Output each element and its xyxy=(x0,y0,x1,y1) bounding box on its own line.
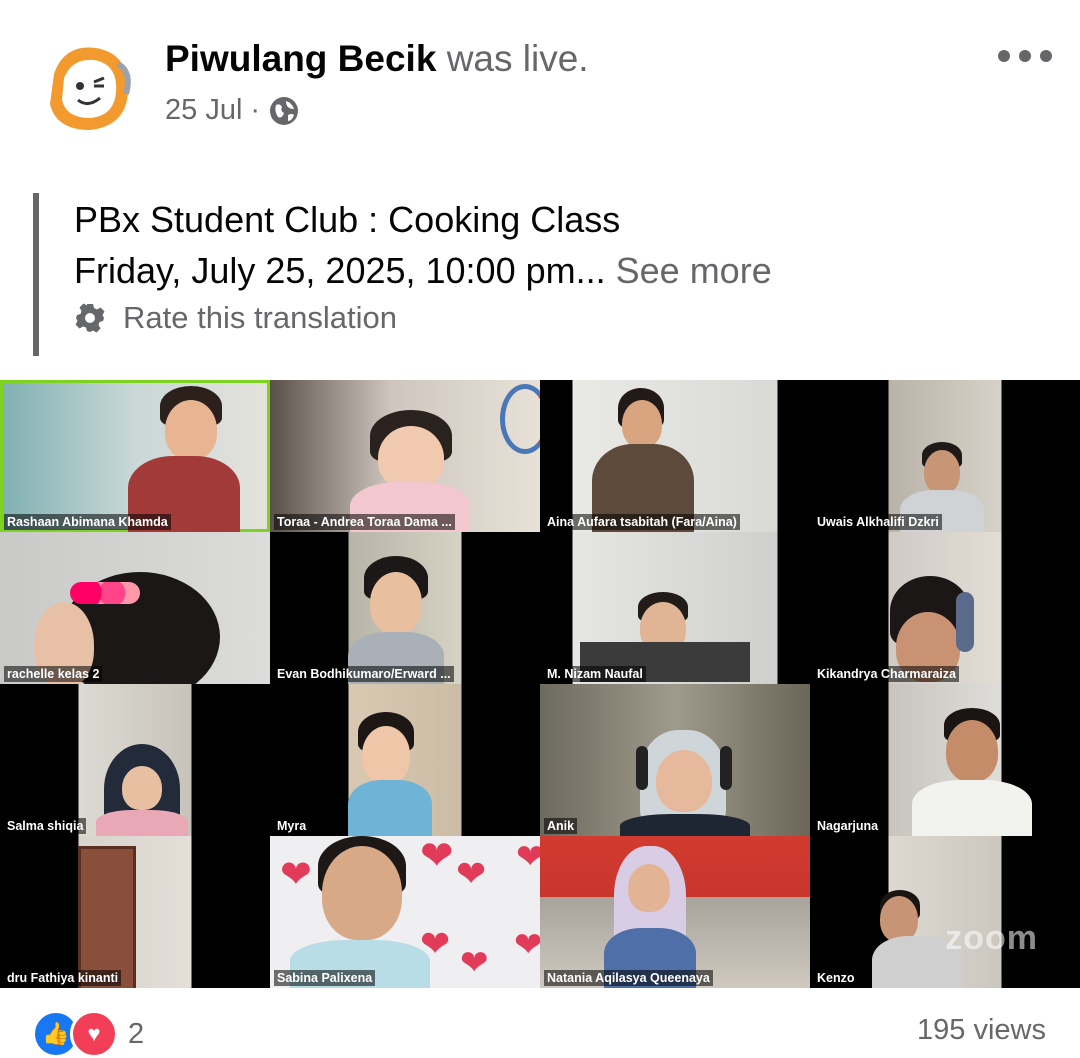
participant-tile: Anik xyxy=(540,684,810,836)
participant-name: Aina Aufara tsabitah (Fara/Aina) xyxy=(544,514,740,530)
participant-name: dru Fathiya kinanti xyxy=(4,970,122,986)
participant-name: Toraa - Andrea Toraa Dama ... xyxy=(274,514,455,530)
participant-tile: Rashaan Abimana Khamda xyxy=(0,380,270,532)
participant-tile: Toraa - Andrea Toraa Dama ... xyxy=(270,380,540,532)
participant-tile: Nagarjuna xyxy=(810,684,1080,836)
live-status: was live. xyxy=(446,38,589,79)
participant-name: Kikandrya Charmaraiza xyxy=(814,666,959,682)
participant-name: Kenzo xyxy=(814,970,858,986)
post-text-line2: Friday, July 25, 2025, 10:00 pm... See m… xyxy=(74,245,772,296)
post-text-line1: PBx Student Club : Cooking Class xyxy=(74,199,621,240)
love-reaction-icon: ♥ xyxy=(70,1010,118,1058)
translation-quote-bar xyxy=(33,193,39,356)
participant-name: Nagarjuna xyxy=(814,818,882,834)
participant-tile: Aina Aufara tsabitah (Fara/Aina) xyxy=(540,380,810,532)
participant-tile: Myra xyxy=(270,684,540,836)
participant-tile: Kikandrya Charmaraiza xyxy=(810,532,1080,684)
post-text: PBx Student Club : Cooking Class Friday,… xyxy=(74,194,772,296)
participant-tile: Kenzo xyxy=(810,836,1080,988)
post-text-line2-content: Friday, July 25, 2025, 10:00 pm... xyxy=(74,250,606,291)
participant-name: rachelle kelas 2 xyxy=(4,666,103,682)
rate-translation-button[interactable]: Rate this translation xyxy=(74,300,397,336)
globe-icon[interactable] xyxy=(268,95,300,127)
participant-tile: Evan Bodhikumaro/Erward ... xyxy=(270,532,540,684)
participant-tile: Uwais Alkhalifi Dzkri xyxy=(810,380,1080,532)
reactions-summary[interactable]: 👍 ♥ 2 xyxy=(32,1010,144,1058)
participant-name: Salma shiqia xyxy=(4,818,87,834)
more-options-icon[interactable] xyxy=(998,44,1052,68)
view-count: 195 views xyxy=(917,1014,1046,1046)
participant-name: Anik xyxy=(544,818,578,834)
zoom-watermark: zoom xyxy=(945,919,1038,957)
participant-tile: dru Fathiya kinanti xyxy=(0,836,270,988)
post-meta: 25 Jul · xyxy=(165,94,300,127)
live-video-player[interactable]: Rashaan Abimana Khamda Toraa - Andrea To… xyxy=(0,380,1080,988)
piwulang-becik-logo xyxy=(36,36,140,140)
participant-name: M. Nizam Naufal xyxy=(544,666,646,682)
post-date[interactable]: 25 Jul xyxy=(165,94,242,127)
participant-name: Evan Bodhikumaro/Erward ... xyxy=(274,666,454,682)
participant-tile: rachelle kelas 2 xyxy=(0,532,270,684)
participant-name: Natania Aqilasya Queenaya xyxy=(544,970,713,986)
participant-tile: Salma shiqia xyxy=(0,684,270,836)
participant-tile: Natania Aqilasya Queenaya xyxy=(540,836,810,988)
participant-name: Sabina Palixena xyxy=(274,970,376,986)
post-header-title: Piwulang Becik was live. xyxy=(165,38,589,80)
gear-icon xyxy=(74,302,106,334)
participant-name: Myra xyxy=(274,818,310,834)
meta-separator: · xyxy=(250,94,261,126)
participant-name: Uwais Alkhalifi Dzkri xyxy=(814,514,942,530)
participant-name: Rashaan Abimana Khamda xyxy=(4,514,171,530)
participant-tile: M. Nizam Naufal xyxy=(540,532,810,684)
page-name-link[interactable]: Piwulang Becik xyxy=(165,38,436,79)
participant-tile: ❤ ❤ ❤ ❤ ❤ ❤ ❤ Sabina Palixena xyxy=(270,836,540,988)
see-more-link[interactable]: See more xyxy=(616,250,772,291)
reaction-count: 2 xyxy=(128,1017,145,1050)
page-avatar[interactable] xyxy=(34,34,142,142)
rate-translation-label: Rate this translation xyxy=(123,300,397,335)
